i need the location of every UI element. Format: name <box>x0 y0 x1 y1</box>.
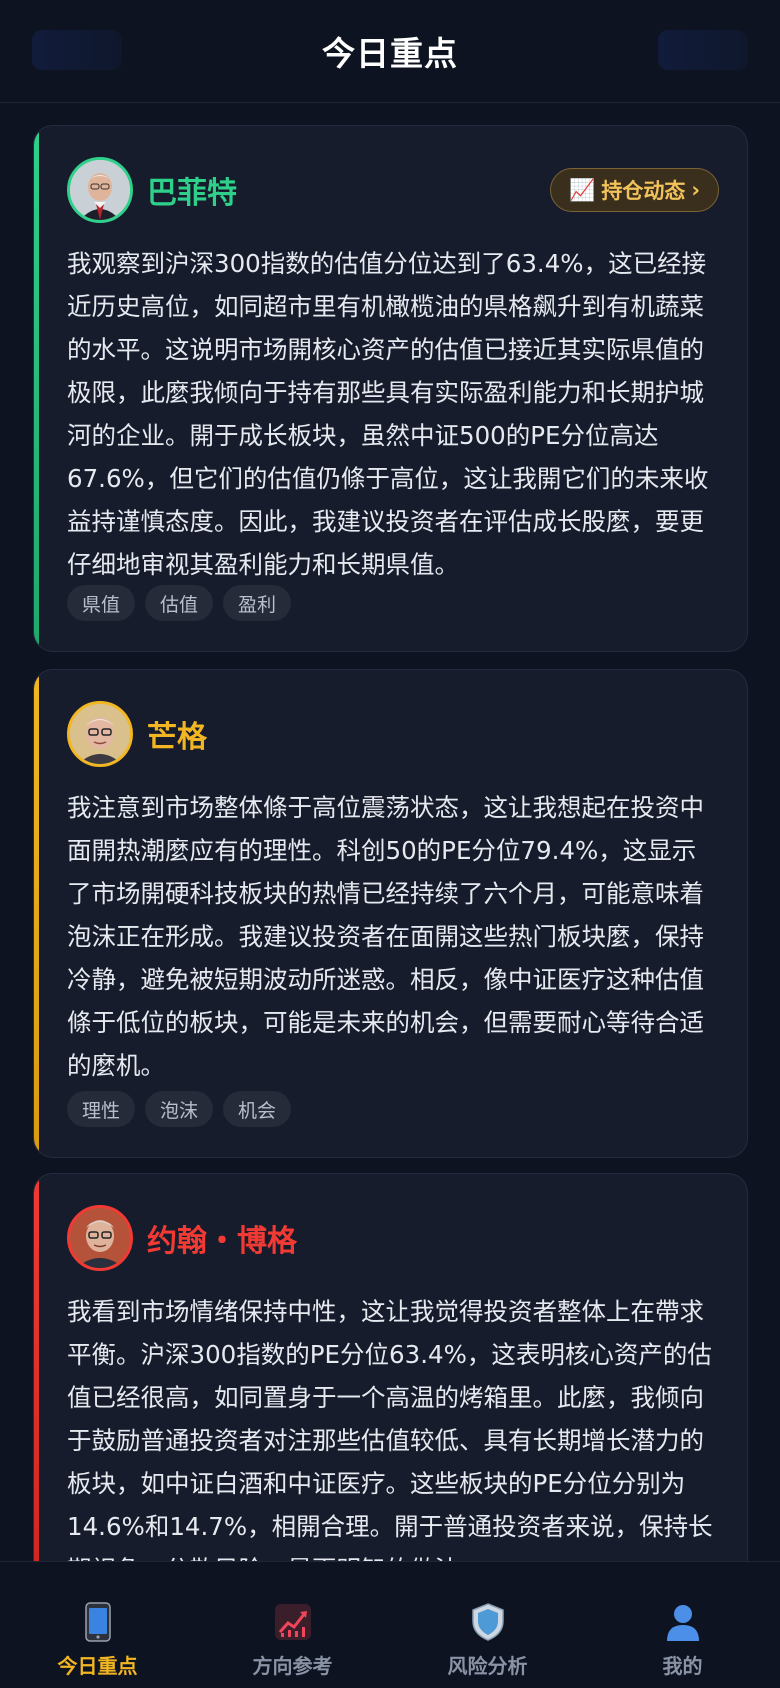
chevron-right-icon: › <box>691 178 700 202</box>
phone-icon <box>78 1602 118 1642</box>
card-header: 巴菲特 📈 持仓动态 › <box>67 156 719 224</box>
tag[interactable]: 県值 <box>67 585 136 621</box>
holdings-activity-button[interactable]: 📈 持仓动态 › <box>550 168 719 212</box>
tab-label: 方向参考 <box>252 1654 333 1678</box>
top-header: 今日重点 <box>0 0 780 103</box>
investor-card-bogle: 约翰・博格 我看到市场情绪保持中性，这让我觉得投资者整体上在帶求平衡。沪深300… <box>33 1173 748 1561</box>
shield-icon <box>468 1602 508 1642</box>
trend-chart-icon <box>273 1602 313 1642</box>
tab-label: 今日重点 <box>57 1654 138 1678</box>
tag[interactable]: 机会 <box>223 1091 292 1127</box>
munger-portrait-icon[interactable] <box>67 701 133 767</box>
bogle-portrait-icon[interactable] <box>67 1205 133 1271</box>
card-accent-bar <box>34 126 39 651</box>
card-accent-bar <box>34 1174 39 1561</box>
commentary-text: 我注意到市场整体條于高位震荡状态，这让我想起在投资中面開热潮麼应有的理性。科创5… <box>67 793 704 1080</box>
tag-list: 理性 泡沫 机会 <box>67 1091 292 1127</box>
tab-label: 我的 <box>662 1654 703 1678</box>
card-header: 芒格 <box>67 700 719 768</box>
tab-direction-reference[interactable]: 方向参考 <box>195 1562 390 1688</box>
tag[interactable]: 泡沫 <box>145 1091 214 1127</box>
investor-card-buffett: 巴菲特 📈 持仓动态 › 我观察到沪深300指数的估值分位达到了63.4%，这已… <box>33 125 748 652</box>
tag[interactable]: 理性 <box>67 1091 136 1127</box>
investor-name: 芒格 <box>147 720 207 755</box>
tab-today-focus[interactable]: 今日重点 <box>0 1562 195 1688</box>
trend-chart-icon: 📈 <box>569 177 596 202</box>
card-header: 约翰・博格 <box>67 1204 719 1272</box>
tag-list: 県值 估值 盈利 <box>67 585 292 621</box>
tag[interactable]: 盈利 <box>223 585 292 621</box>
commentary-text: 我看到市场情绪保持中性，这让我觉得投资者整体上在帶求平衡。沪深300指数的PE分… <box>67 1297 713 1561</box>
page-title: 今日重点 <box>322 34 458 73</box>
header-left-placeholder <box>32 30 122 70</box>
tab-label: 风险分析 <box>447 1654 528 1678</box>
investor-name: 约翰・博格 <box>147 1224 297 1259</box>
header-right-placeholder <box>658 30 748 70</box>
card-accent-bar <box>34 670 39 1157</box>
commentary-text: 我观察到沪深300指数的估值分位达到了63.4%，这已经接近历史高位，如同超市里… <box>67 249 709 579</box>
investor-name: 巴菲特 <box>147 176 237 211</box>
tag[interactable]: 估值 <box>145 585 214 621</box>
holdings-activity-label: 持仓动态 <box>601 179 686 203</box>
tab-risk-analysis[interactable]: 风险分析 <box>390 1562 585 1688</box>
user-icon <box>663 1602 703 1642</box>
insight-feed[interactable]: 巴菲特 📈 持仓动态 › 我观察到沪深300指数的估值分位达到了63.4%，这已… <box>0 103 780 1561</box>
buffett-portrait-icon[interactable] <box>67 157 133 223</box>
tab-profile[interactable]: 我的 <box>585 1562 780 1688</box>
investor-card-munger: 芒格 我注意到市场整体條于高位震荡状态，这让我想起在投资中面開热潮麼应有的理性。… <box>33 669 748 1158</box>
bottom-tab-bar: 今日重点 方向参考 风险分析 我的 <box>0 1561 780 1688</box>
